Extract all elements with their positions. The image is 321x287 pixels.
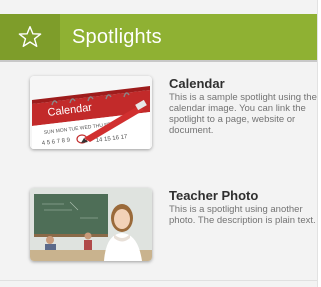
teacher-photo-thumbnail[interactable]	[30, 188, 152, 261]
panel-title: Spotlights	[72, 25, 162, 48]
star-icon	[18, 26, 42, 48]
panel-header: Spotlights	[0, 14, 317, 60]
spotlight-description: This is a spotlight using another photo.…	[169, 204, 316, 226]
header-divider	[0, 60, 317, 62]
spotlight-title[interactable]: Teacher Photo	[169, 188, 319, 203]
calendar-thumbnail[interactable]: Calendar SUN MON TUE WED THU FRI 4 5 6 7…	[30, 76, 152, 149]
spotlight-text: Calendar This is a sample spotlight usin…	[169, 76, 319, 136]
spotlights-panel: Spotlights Calendar SUN MON TUE WED THU …	[0, 0, 318, 287]
panel-bottom-divider	[0, 280, 317, 281]
calendar-image: Calendar SUN MON TUE WED THU FRI 4 5 6 7…	[30, 76, 152, 149]
spotlight-title[interactable]: Calendar	[169, 76, 319, 91]
spotlight-text: Teacher Photo This is a spotlight using …	[169, 188, 319, 226]
star-icon-box	[0, 14, 60, 60]
teacher-photo-image	[30, 188, 152, 261]
spotlight-description: This is a sample spotlight using the cal…	[169, 92, 317, 136]
